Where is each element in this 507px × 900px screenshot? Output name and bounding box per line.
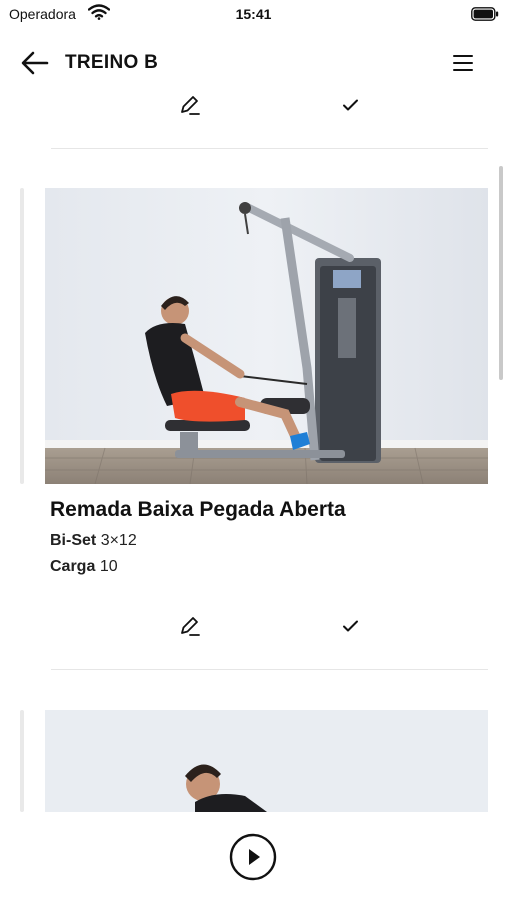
- hamburger-menu-icon[interactable]: [450, 50, 476, 76]
- divider: [51, 669, 488, 670]
- status-time: 15:41: [235, 6, 272, 22]
- status-bar: Operadora 15:41: [0, 0, 507, 30]
- card-actions: [0, 611, 507, 647]
- previous-card-actions: [0, 90, 507, 126]
- play-circle-icon[interactable]: [229, 833, 277, 881]
- exercise-load: Carga 10: [50, 558, 118, 576]
- exercise-illustration: [45, 710, 488, 812]
- divider: [51, 148, 488, 149]
- check-icon[interactable]: [335, 90, 365, 120]
- exercise-name: Remada Baixa Pegada Aberta: [50, 498, 346, 521]
- pencil-icon[interactable]: [174, 611, 204, 641]
- app-header: TREINO B: [0, 40, 507, 86]
- card-left-accent: [20, 710, 24, 812]
- series-label: Bi-Set: [50, 532, 97, 549]
- page-title: TREINO B: [65, 52, 159, 73]
- battery-icon: [471, 7, 499, 21]
- arrow-left-icon[interactable]: [18, 48, 52, 78]
- load-label: Carga: [50, 558, 96, 575]
- check-icon[interactable]: [335, 611, 365, 641]
- exercise-photo[interactable]: [45, 188, 488, 484]
- exercise-list[interactable]: Remada Baixa Pegada Aberta Bi-Set 3×12 C…: [0, 86, 507, 812]
- pencil-icon[interactable]: [174, 90, 204, 120]
- bottom-bar: [0, 812, 507, 900]
- exercise-series: Bi-Set 3×12: [50, 532, 137, 550]
- seated-row-machine-illustration: [45, 188, 488, 484]
- load-value: 10: [99, 558, 118, 575]
- scrollbar[interactable]: [499, 166, 503, 380]
- card-left-accent: [20, 188, 24, 484]
- series-value: 3×12: [100, 532, 137, 549]
- exercise-photo[interactable]: [45, 710, 488, 812]
